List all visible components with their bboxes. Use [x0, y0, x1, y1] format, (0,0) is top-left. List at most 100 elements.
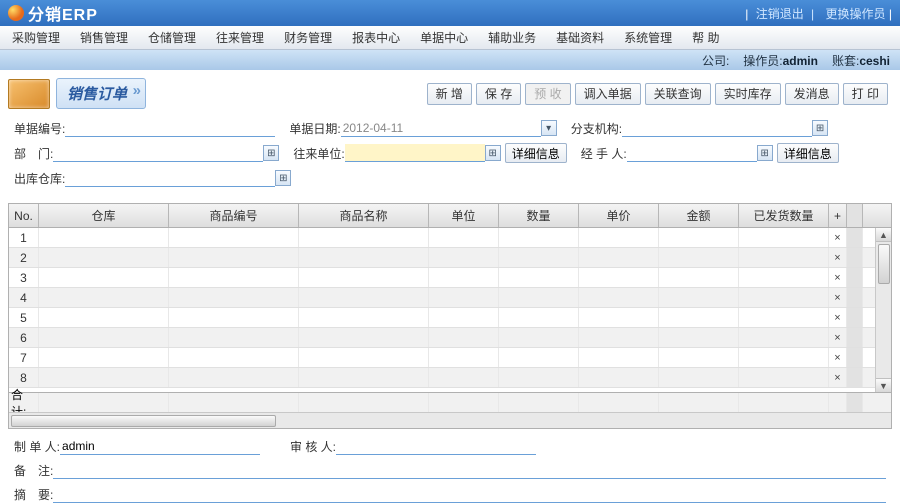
menu-warehouse[interactable]: 仓储管理 [142, 27, 202, 48]
logout-link[interactable]: 注销退出 [756, 7, 804, 21]
menu-purchase[interactable]: 采购管理 [6, 27, 66, 48]
col-code[interactable]: 商品编号 [169, 204, 299, 227]
dept-input[interactable] [53, 144, 263, 162]
menu-system[interactable]: 系统管理 [618, 27, 678, 48]
row-number: 2 [9, 248, 39, 267]
warehouse-lookup-icon[interactable]: ⊞ [275, 170, 291, 186]
table-row[interactable]: 3× [9, 268, 891, 288]
vendor-field: 往来单位: ⊞ 详细信息 [293, 143, 566, 163]
vendor-input[interactable] [345, 144, 485, 162]
scroll-down-icon[interactable]: ▼ [876, 378, 891, 392]
calendar-icon[interactable]: ▾ [541, 120, 557, 136]
app-brand: 分销ERP [28, 1, 98, 25]
sum-label: 合计: [9, 393, 39, 412]
col-name[interactable]: 商品名称 [299, 204, 429, 227]
toolbar: 新 增 保 存 预 收 调入单据 关联查询 实时库存 发消息 打 印 [427, 83, 888, 105]
related-query-button[interactable]: 关联查询 [645, 83, 711, 105]
menu-documents[interactable]: 单据中心 [414, 27, 474, 48]
package-icon [8, 79, 50, 109]
vendor-lookup-icon[interactable]: ⊞ [485, 145, 501, 161]
out-warehouse-input[interactable] [65, 169, 275, 187]
company-info: 公司: [702, 52, 729, 69]
grid-summary-row: 合计: [9, 392, 891, 412]
handler-input[interactable] [627, 144, 757, 162]
horizontal-scrollbar[interactable] [9, 412, 891, 428]
form-area: 单据编号: 单据日期: ▾ 分支机构: ⊞ 部 门: ⊞ 往来单位: ⊞ 详细信… [0, 113, 900, 197]
col-unit[interactable]: 单位 [429, 204, 499, 227]
branch-input[interactable] [622, 119, 812, 137]
menu-reports[interactable]: 报表中心 [346, 27, 406, 48]
menu-help[interactable]: 帮 助 [686, 27, 725, 48]
creator-input[interactable] [60, 437, 260, 455]
delete-row-icon[interactable]: × [834, 312, 840, 324]
delete-row-icon[interactable]: × [834, 292, 840, 304]
summary-input[interactable] [53, 485, 886, 503]
menu-basedata[interactable]: 基础资料 [550, 27, 610, 48]
delete-row-icon[interactable]: × [834, 372, 840, 384]
row-number: 4 [9, 288, 39, 307]
new-button[interactable]: 新 增 [427, 83, 472, 105]
scroll-up-icon[interactable]: ▲ [876, 228, 891, 242]
col-price[interactable]: 单价 [579, 204, 659, 227]
remark-field: 备 注: [14, 461, 886, 479]
title-bar: 分销ERP | 注销退出 | 更换操作员 | [0, 0, 900, 26]
table-row[interactable]: 1× [9, 228, 891, 248]
table-row[interactable]: 7× [9, 348, 891, 368]
print-button[interactable]: 打 印 [843, 83, 888, 105]
delete-row-icon[interactable]: × [834, 272, 840, 284]
send-message-button[interactable]: 发消息 [785, 83, 839, 105]
row-number: 8 [9, 368, 39, 387]
out-warehouse-field: 出库仓库: ⊞ [14, 169, 291, 187]
table-row[interactable]: 5× [9, 308, 891, 328]
dept-field: 部 门: ⊞ [14, 144, 279, 162]
switch-user-link[interactable]: 更换操作员 [826, 7, 886, 21]
table-row[interactable]: 8× [9, 368, 891, 388]
col-shipped[interactable]: 已发货数量 [739, 204, 829, 227]
footer-form: 制 单 人: 审 核 人: 备 注: 摘 要: [0, 429, 900, 503]
title-links: | 注销退出 | 更换操作员 | [745, 5, 892, 22]
account-info: 账套:ceshi [832, 52, 890, 69]
table-row[interactable]: 4× [9, 288, 891, 308]
remark-input[interactable] [53, 461, 886, 479]
branch-lookup-icon[interactable]: ⊞ [812, 120, 828, 136]
col-qty[interactable]: 数量 [499, 204, 579, 227]
delete-row-icon[interactable]: × [834, 232, 840, 244]
row-number: 5 [9, 308, 39, 327]
vendor-detail-button[interactable]: 详细信息 [505, 143, 567, 163]
operator-info: 操作员:admin [743, 52, 818, 69]
table-row[interactable]: 2× [9, 248, 891, 268]
page-title: 销售订单 [56, 78, 146, 109]
grid-body: 1×2×3×4×5×6×7×8× [9, 228, 891, 392]
app-logo-icon [8, 5, 24, 21]
page-header: 销售订单 新 增 保 存 预 收 调入单据 关联查询 实时库存 发消息 打 印 [0, 70, 900, 113]
vertical-scrollbar[interactable]: ▲ ▼ [875, 228, 891, 392]
save-button[interactable]: 保 存 [476, 83, 521, 105]
row-number: 3 [9, 268, 39, 287]
delete-row-icon[interactable]: × [834, 352, 840, 364]
menu-finance[interactable]: 财务管理 [278, 27, 338, 48]
load-document-button[interactable]: 调入单据 [575, 83, 641, 105]
reviewer-input[interactable] [336, 437, 536, 455]
delete-row-icon[interactable]: × [834, 252, 840, 264]
doc-no-input[interactable] [65, 119, 275, 137]
menu-sales[interactable]: 销售管理 [74, 27, 134, 48]
grid-header: No. 仓库 商品编号 商品名称 单位 数量 单价 金额 已发货数量 + [9, 204, 891, 228]
data-grid: No. 仓库 商品编号 商品名称 单位 数量 单价 金额 已发货数量 + 1×2… [8, 203, 892, 429]
handler-lookup-icon[interactable]: ⊞ [757, 145, 773, 161]
col-warehouse[interactable]: 仓库 [39, 204, 169, 227]
dept-lookup-icon[interactable]: ⊞ [263, 145, 279, 161]
row-number: 1 [9, 228, 39, 247]
doc-date-input[interactable] [341, 119, 541, 137]
delete-row-icon[interactable]: × [834, 332, 840, 344]
col-amount[interactable]: 金额 [659, 204, 739, 227]
handler-detail-button[interactable]: 详细信息 [777, 143, 839, 163]
realtime-stock-button[interactable]: 实时库存 [715, 83, 781, 105]
reviewer-field: 审 核 人: [290, 437, 536, 455]
add-row-icon[interactable]: + [829, 204, 847, 227]
table-row[interactable]: 6× [9, 328, 891, 348]
menu-bar: 采购管理 销售管理 仓储管理 往来管理 财务管理 报表中心 单据中心 辅助业务 … [0, 26, 900, 50]
row-number: 6 [9, 328, 39, 347]
menu-auxiliary[interactable]: 辅助业务 [482, 27, 542, 48]
menu-ar-ap[interactable]: 往来管理 [210, 27, 270, 48]
col-no[interactable]: No. [9, 204, 39, 227]
